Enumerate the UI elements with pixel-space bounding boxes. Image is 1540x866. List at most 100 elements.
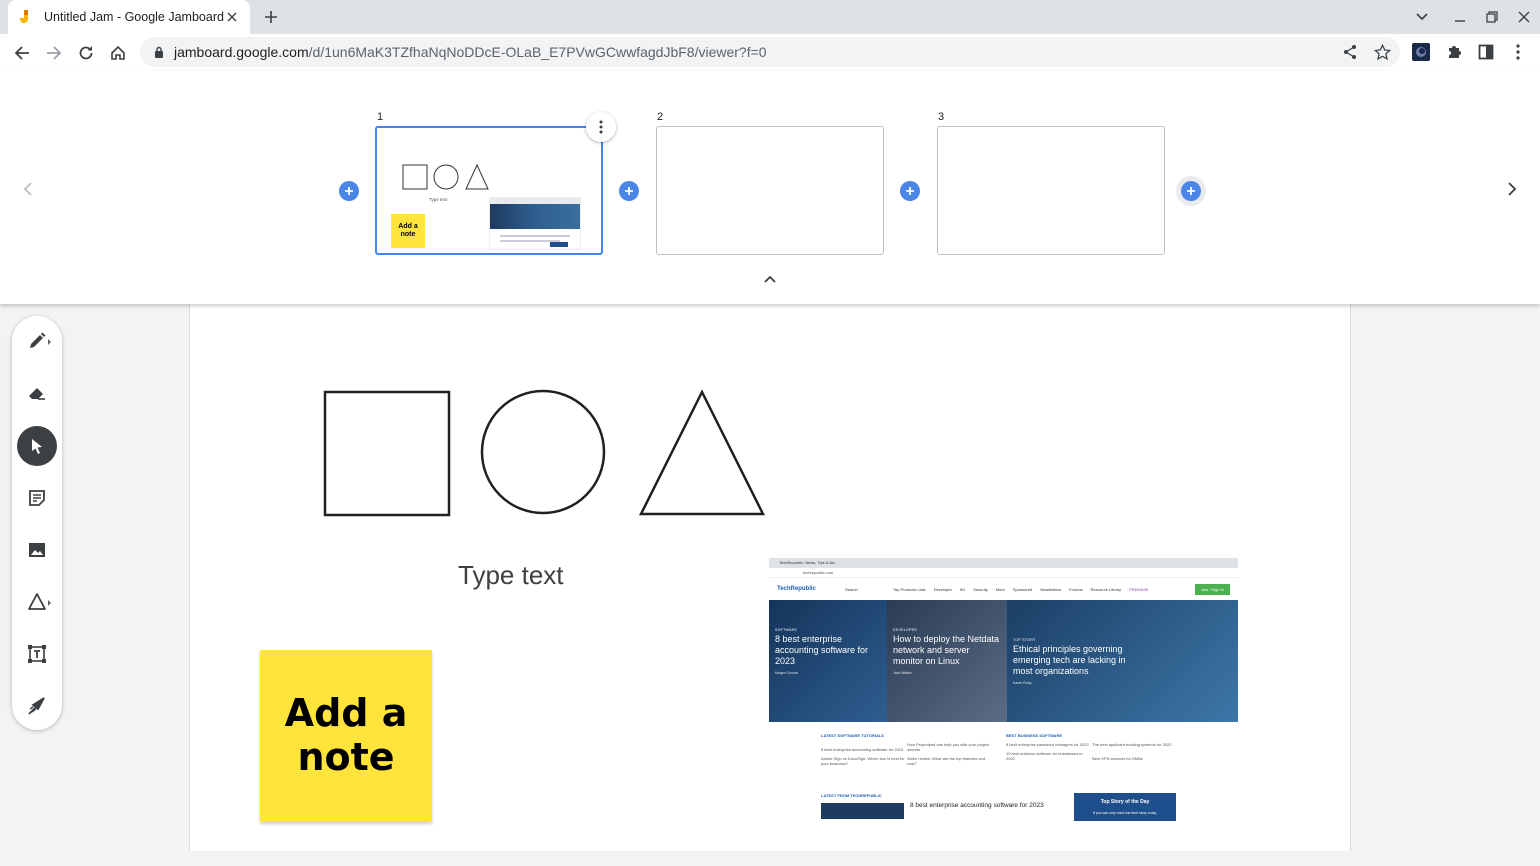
side-panel-icon[interactable] <box>1475 41 1497 63</box>
circle-shape[interactable] <box>480 389 606 515</box>
frame-number: 2 <box>657 111 664 123</box>
cursor-arrow-icon <box>32 439 42 454</box>
frames-prev-icon[interactable] <box>18 179 38 199</box>
url-host: jamboard.google.com <box>174 44 309 60</box>
embed-nav-item: Security <box>973 586 988 592</box>
reload-icon[interactable] <box>73 40 99 66</box>
add-frame-button[interactable] <box>1181 181 1201 201</box>
back-icon[interactable] <box>9 40 35 66</box>
frame-thumbnail-3[interactable] <box>937 126 1165 255</box>
embed-hero-headline: 8 best enterprise accounting software fo… <box>775 634 869 666</box>
embed-search: Search <box>845 586 858 592</box>
embed-nav-item: Sponsored <box>1012 586 1033 592</box>
jam-canvas[interactable]: Type text Add a note TechRepublic: News,… <box>189 304 1351 851</box>
add-frame-button[interactable] <box>339 181 359 201</box>
embed-latest-thumb <box>821 803 904 819</box>
embed-nav-item: Developer <box>933 586 952 592</box>
close-window-icon[interactable] <box>1513 6 1535 28</box>
embed-nav-item: More <box>995 586 1005 592</box>
sticky-note[interactable]: Add a note <box>260 650 432 822</box>
extensions-puzzle-icon[interactable] <box>1443 41 1465 63</box>
embed-section-item: The best applicant tracking systems for … <box>1092 742 1172 747</box>
frame-thumbnail-2[interactable] <box>656 126 884 255</box>
pen-options-caret-icon <box>48 339 51 345</box>
embed-section-item: 8 best enterprise accounting software fo… <box>821 747 904 752</box>
frame-thumb-image <box>489 197 581 250</box>
embed-section-title: LATEST SOFTWARE TUTORIALS <box>821 733 884 738</box>
lock-icon <box>155 46 163 58</box>
eraser-tool[interactable] <box>17 373 57 413</box>
new-tab-icon[interactable] <box>260 6 282 28</box>
frame-thumb-text: Type text <box>429 197 448 202</box>
embed-nav: TechRepublic Search Top Products Lists D… <box>769 578 1238 600</box>
jamboard-favicon-icon <box>20 10 28 23</box>
embed-hero-headline: How to deploy the Netdata network and se… <box>893 634 1000 666</box>
frame-thumbnail-1[interactable]: Type text Add a note <box>375 126 603 255</box>
more-vert-icon <box>599 120 603 134</box>
add-frame-button[interactable] <box>619 181 639 201</box>
plus-icon <box>625 187 633 195</box>
embed-hero-category: TOP STORY <box>1013 638 1036 642</box>
url-text: jamboard.google.com/d/1un6MaK3TZfhaNqNoD… <box>174 44 767 60</box>
embed-section-item: Wrike review: What are the top features … <box>907 756 986 766</box>
tab-search-icon[interactable] <box>1411 6 1433 28</box>
embed-section-item: 10 best antivirus software for businesse… <box>1006 751 1083 761</box>
embed-hero-card: TOP STORY Ethical principles governing e… <box>1007 600 1238 722</box>
embed-section-title: BEST BUSINESS SOFTWARE <box>1006 733 1063 738</box>
shape-options-caret-icon <box>48 600 51 606</box>
embed-top-story-title: Top Story of the Day <box>1100 799 1150 805</box>
embed-address: techrepublic.com <box>769 568 1238 578</box>
select-tool[interactable] <box>17 426 57 466</box>
text-box-tool[interactable] <box>17 634 57 674</box>
square-shape[interactable] <box>323 390 451 517</box>
embed-top-story-sub: If you can only read one tech story a da… <box>1093 811 1157 815</box>
minimize-icon[interactable] <box>1449 6 1471 28</box>
add-frame-button[interactable] <box>900 181 920 201</box>
pen-tool[interactable] <box>17 321 57 361</box>
triangle-shape-icon <box>28 593 46 610</box>
embed-hero: SOFTWARE 8 best enterprise accounting so… <box>769 600 1238 722</box>
image-tool[interactable] <box>17 530 57 570</box>
frame-strip: 1 2 3 Type text Add a note <box>0 71 1540 304</box>
share-icon[interactable] <box>1339 41 1361 63</box>
eraser-icon <box>29 388 45 400</box>
plus-icon <box>1187 187 1195 195</box>
tab-close-icon[interactable] <box>224 9 240 25</box>
embed-join-button: Join / Sign In <box>1194 583 1230 595</box>
sticky-note-tool[interactable] <box>17 478 57 518</box>
bookmark-star-icon[interactable] <box>1371 41 1393 63</box>
tab-title: Untitled Jam - Google Jamboard <box>44 10 224 24</box>
embed-hero-byline: Jack Wallen <box>893 671 912 675</box>
home-icon[interactable] <box>105 40 131 66</box>
embed-hero-category: DEVELOPER <box>893 628 918 632</box>
frame-thumb-note-text: Add a note <box>398 223 418 238</box>
embed-section-item: Adobe Sign vs DocuSign: Which tool is be… <box>821 756 905 766</box>
plus-icon <box>906 187 914 195</box>
forward-icon[interactable] <box>41 40 67 66</box>
text-box[interactable]: Type text <box>458 560 564 591</box>
text-box-icon <box>28 645 46 663</box>
frame-number: 1 <box>377 111 384 123</box>
collapse-frames-icon[interactable] <box>760 271 780 287</box>
browser-tab[interactable]: Untitled Jam - Google Jamboard <box>8 0 250 34</box>
sticky-note-icon <box>29 490 45 506</box>
browser-menu-icon[interactable] <box>1507 41 1529 63</box>
embed-top-story: Top Story of the Day If you can only rea… <box>1074 793 1176 821</box>
frames-next-icon[interactable] <box>1502 179 1522 199</box>
restore-icon[interactable] <box>1481 6 1503 28</box>
profile-extension-icon[interactable] <box>1410 41 1432 63</box>
embed-tab-title: TechRepublic: News, Tips & Ad... <box>779 560 838 565</box>
embed-latest-title: LATEST FROM TECHREPUBLIC <box>821 793 882 798</box>
laser-tool[interactable] <box>17 686 57 726</box>
embed-nav-item: Resource Library <box>1090 586 1122 592</box>
frame-more-options-button[interactable] <box>586 112 616 142</box>
embed-nav-item: Top Products Lists <box>893 586 926 592</box>
embed-nav-item: Forums <box>1069 586 1083 592</box>
embed-nav-item: 5G <box>959 586 966 592</box>
embed-premium: PREMIUM <box>1129 586 1149 592</box>
triangle-shape[interactable] <box>638 389 766 516</box>
tool-palette <box>12 316 62 730</box>
embedded-screenshot-image[interactable]: TechRepublic: News, Tips & Ad... techrep… <box>769 558 1238 824</box>
shape-tool[interactable] <box>17 582 57 622</box>
address-bar[interactable]: jamboard.google.com/d/1un6MaK3TZfhaNqNoD… <box>140 37 1400 67</box>
